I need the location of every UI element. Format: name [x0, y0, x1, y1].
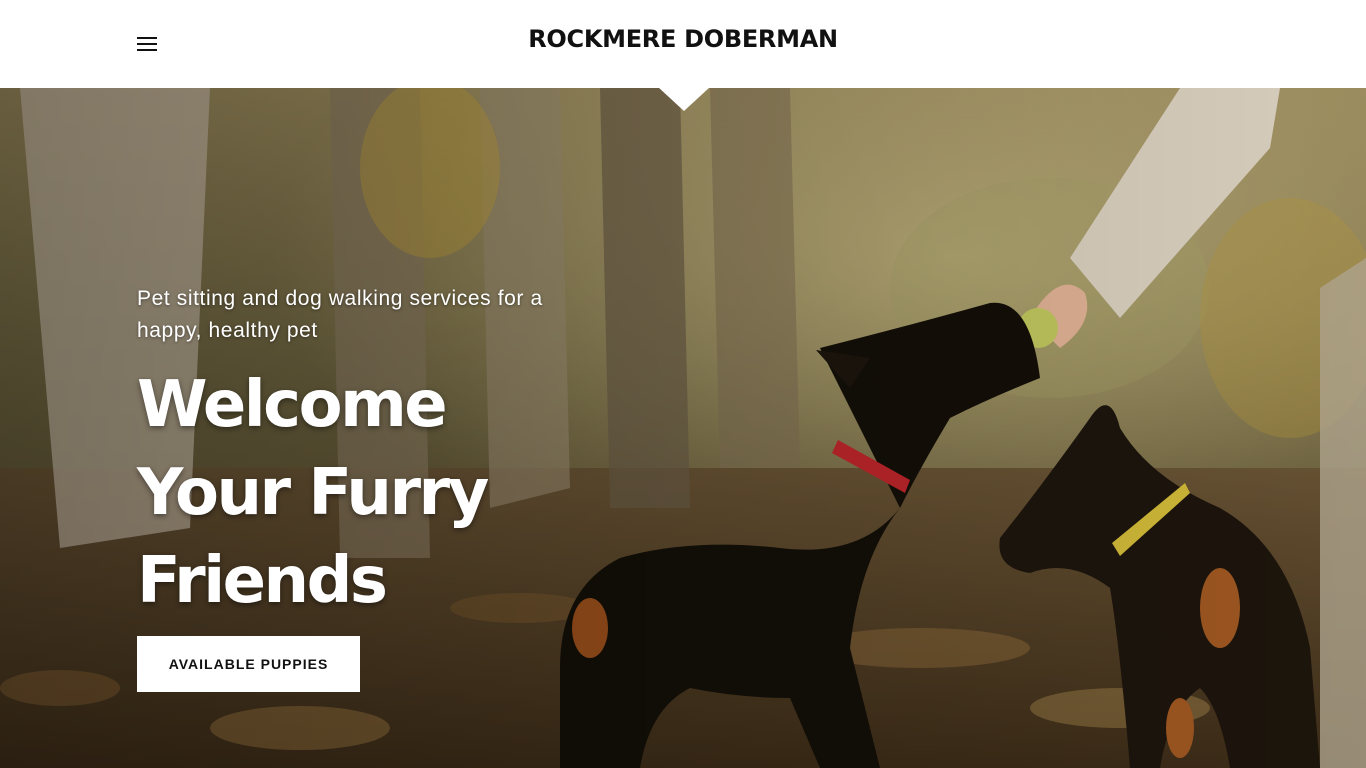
hero-text-block: Pet sitting and dog walking services for… [137, 283, 577, 625]
site-logo[interactable]: ROCKMERE DOBERMAN [0, 25, 1366, 53]
hero-section: Pet sitting and dog walking services for… [0, 88, 1366, 768]
hero-tagline: Pet sitting and dog walking services for… [137, 287, 543, 342]
available-puppies-button[interactable]: AVAILABLE PUPPIES [137, 636, 360, 692]
header-notch [658, 87, 710, 111]
site-header: ROCKMERE DOBERMAN [0, 0, 1366, 88]
hero-headline: Welcome Your Furry Friends [137, 368, 489, 618]
